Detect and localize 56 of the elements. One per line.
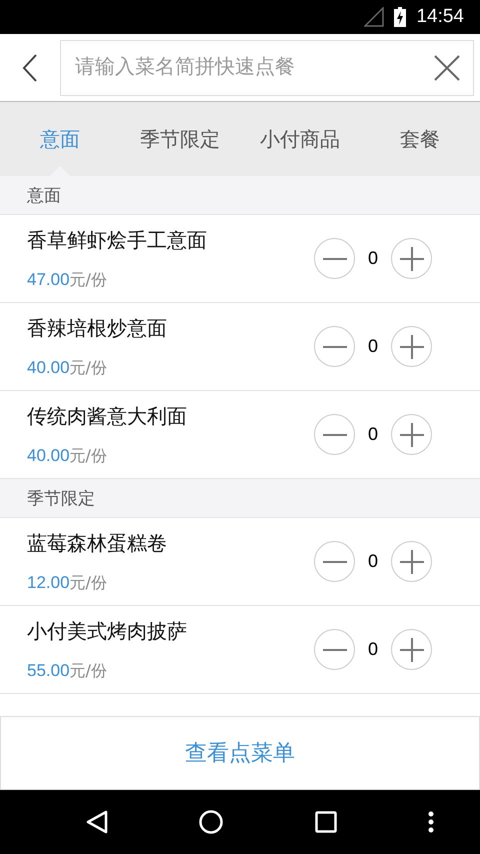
dish-name: 香草鲜虾烩手工意面 bbox=[27, 226, 208, 254]
clock-time: 14:54 bbox=[416, 6, 464, 28]
plus-icon bbox=[400, 334, 424, 358]
section-header: 意面 bbox=[0, 176, 480, 215]
plus-button[interactable] bbox=[391, 629, 432, 670]
minus-icon bbox=[322, 434, 346, 436]
back-icon[interactable] bbox=[22, 54, 38, 82]
dish-price: 55.00 bbox=[27, 660, 70, 680]
dish-price: 12.00 bbox=[27, 572, 70, 592]
more-icon[interactable] bbox=[428, 811, 434, 833]
price-unit: 元/份 bbox=[70, 358, 107, 378]
plus-icon bbox=[400, 246, 424, 270]
dish-name: 传统肉酱意大利面 bbox=[27, 402, 188, 430]
signal-icon bbox=[364, 7, 384, 27]
minus-icon bbox=[322, 560, 346, 562]
home-icon[interactable] bbox=[199, 810, 224, 834]
quantity: 0 bbox=[366, 551, 379, 572]
minus-icon bbox=[322, 648, 346, 650]
quantity: 0 bbox=[366, 424, 379, 445]
close-icon[interactable] bbox=[434, 54, 460, 80]
dish-price: 40.00 bbox=[27, 446, 70, 466]
minus-button[interactable] bbox=[314, 414, 355, 455]
price-unit: 元/份 bbox=[70, 660, 107, 682]
quantity: 0 bbox=[366, 639, 379, 660]
minus-button[interactable] bbox=[314, 238, 355, 279]
search-input[interactable]: 请输入菜名简拼快速点餐 bbox=[73, 55, 421, 80]
minus-button[interactable] bbox=[314, 326, 355, 367]
minus-icon bbox=[322, 258, 346, 260]
price-unit: 元/份 bbox=[70, 572, 107, 594]
search-field[interactable]: 请输入菜名简拼快速点餐 bbox=[60, 40, 474, 96]
dish-name: 小付美式烤肉披萨 bbox=[27, 618, 188, 644]
plus-button[interactable] bbox=[391, 326, 432, 367]
view-order-button[interactable]: 查看点菜单 bbox=[0, 716, 480, 790]
category-tab[interactable]: 套餐 bbox=[360, 102, 480, 176]
dish-name: 蓝莓森林蛋糕卷 bbox=[27, 530, 168, 556]
minus-button[interactable] bbox=[314, 541, 355, 582]
plus-icon bbox=[400, 638, 424, 662]
category-tab[interactable]: 季节限定 bbox=[120, 102, 240, 176]
recents-icon[interactable] bbox=[314, 811, 337, 833]
quantity: 0 bbox=[366, 336, 379, 357]
minus-icon bbox=[322, 346, 346, 348]
section-header: 季节限定 bbox=[0, 479, 480, 518]
dish-name: 香辣培根炒意面 bbox=[27, 314, 168, 342]
quantity: 0 bbox=[366, 248, 379, 269]
plus-icon bbox=[400, 422, 424, 446]
price-unit: 元/份 bbox=[70, 446, 107, 466]
minus-button[interactable] bbox=[314, 629, 355, 670]
plus-icon bbox=[400, 550, 424, 574]
plus-button[interactable] bbox=[391, 541, 432, 582]
plus-button[interactable] bbox=[391, 238, 432, 279]
battery-icon bbox=[394, 7, 406, 27]
dish-price: 40.00 bbox=[27, 358, 70, 378]
category-tab[interactable]: 小付商品 bbox=[240, 102, 360, 176]
dish-price: 47.00 bbox=[27, 270, 70, 290]
price-unit: 元/份 bbox=[70, 270, 107, 290]
plus-button[interactable] bbox=[391, 414, 432, 455]
